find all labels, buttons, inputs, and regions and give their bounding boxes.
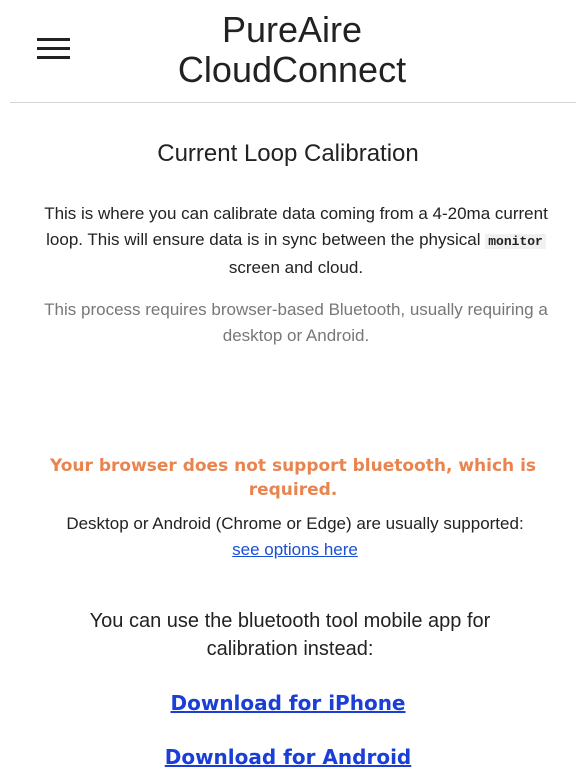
menu-button[interactable] [37,38,75,64]
see-options-link[interactable]: see options here [232,537,358,563]
intro-text-part2: screen and cloud. [228,258,364,277]
mobile-app-note: You can use the bluetooth tool mobile ap… [89,610,491,660]
requirement-note: This process requires browser-based Blue… [44,300,548,345]
app-title: PureAire CloudConnect [150,10,434,90]
download-android-link[interactable]: Download for Android [165,745,412,769]
intro-text: This is where you can calibrate data com… [36,201,556,281]
app-title-line1: PureAire [221,9,363,50]
download-android-row: Download for Android [0,745,576,769]
support-info: Desktop or Android (Chrome or Edge) are … [20,511,570,563]
app-title-line2: CloudConnect [177,49,407,90]
support-text: Desktop or Android (Chrome or Edge) are … [66,514,524,533]
bluetooth-warning: Your browser does not support bluetooth,… [49,456,537,500]
intro-text-part1: This is where you can calibrate data com… [44,204,548,249]
app-header: PureAire CloudConnect [10,0,576,103]
page-title: Current Loop Calibration [157,140,419,167]
monitor-code: monitor [485,234,546,249]
download-iphone-link[interactable]: Download for iPhone [171,691,406,715]
download-iphone-row: Download for iPhone [0,691,576,715]
